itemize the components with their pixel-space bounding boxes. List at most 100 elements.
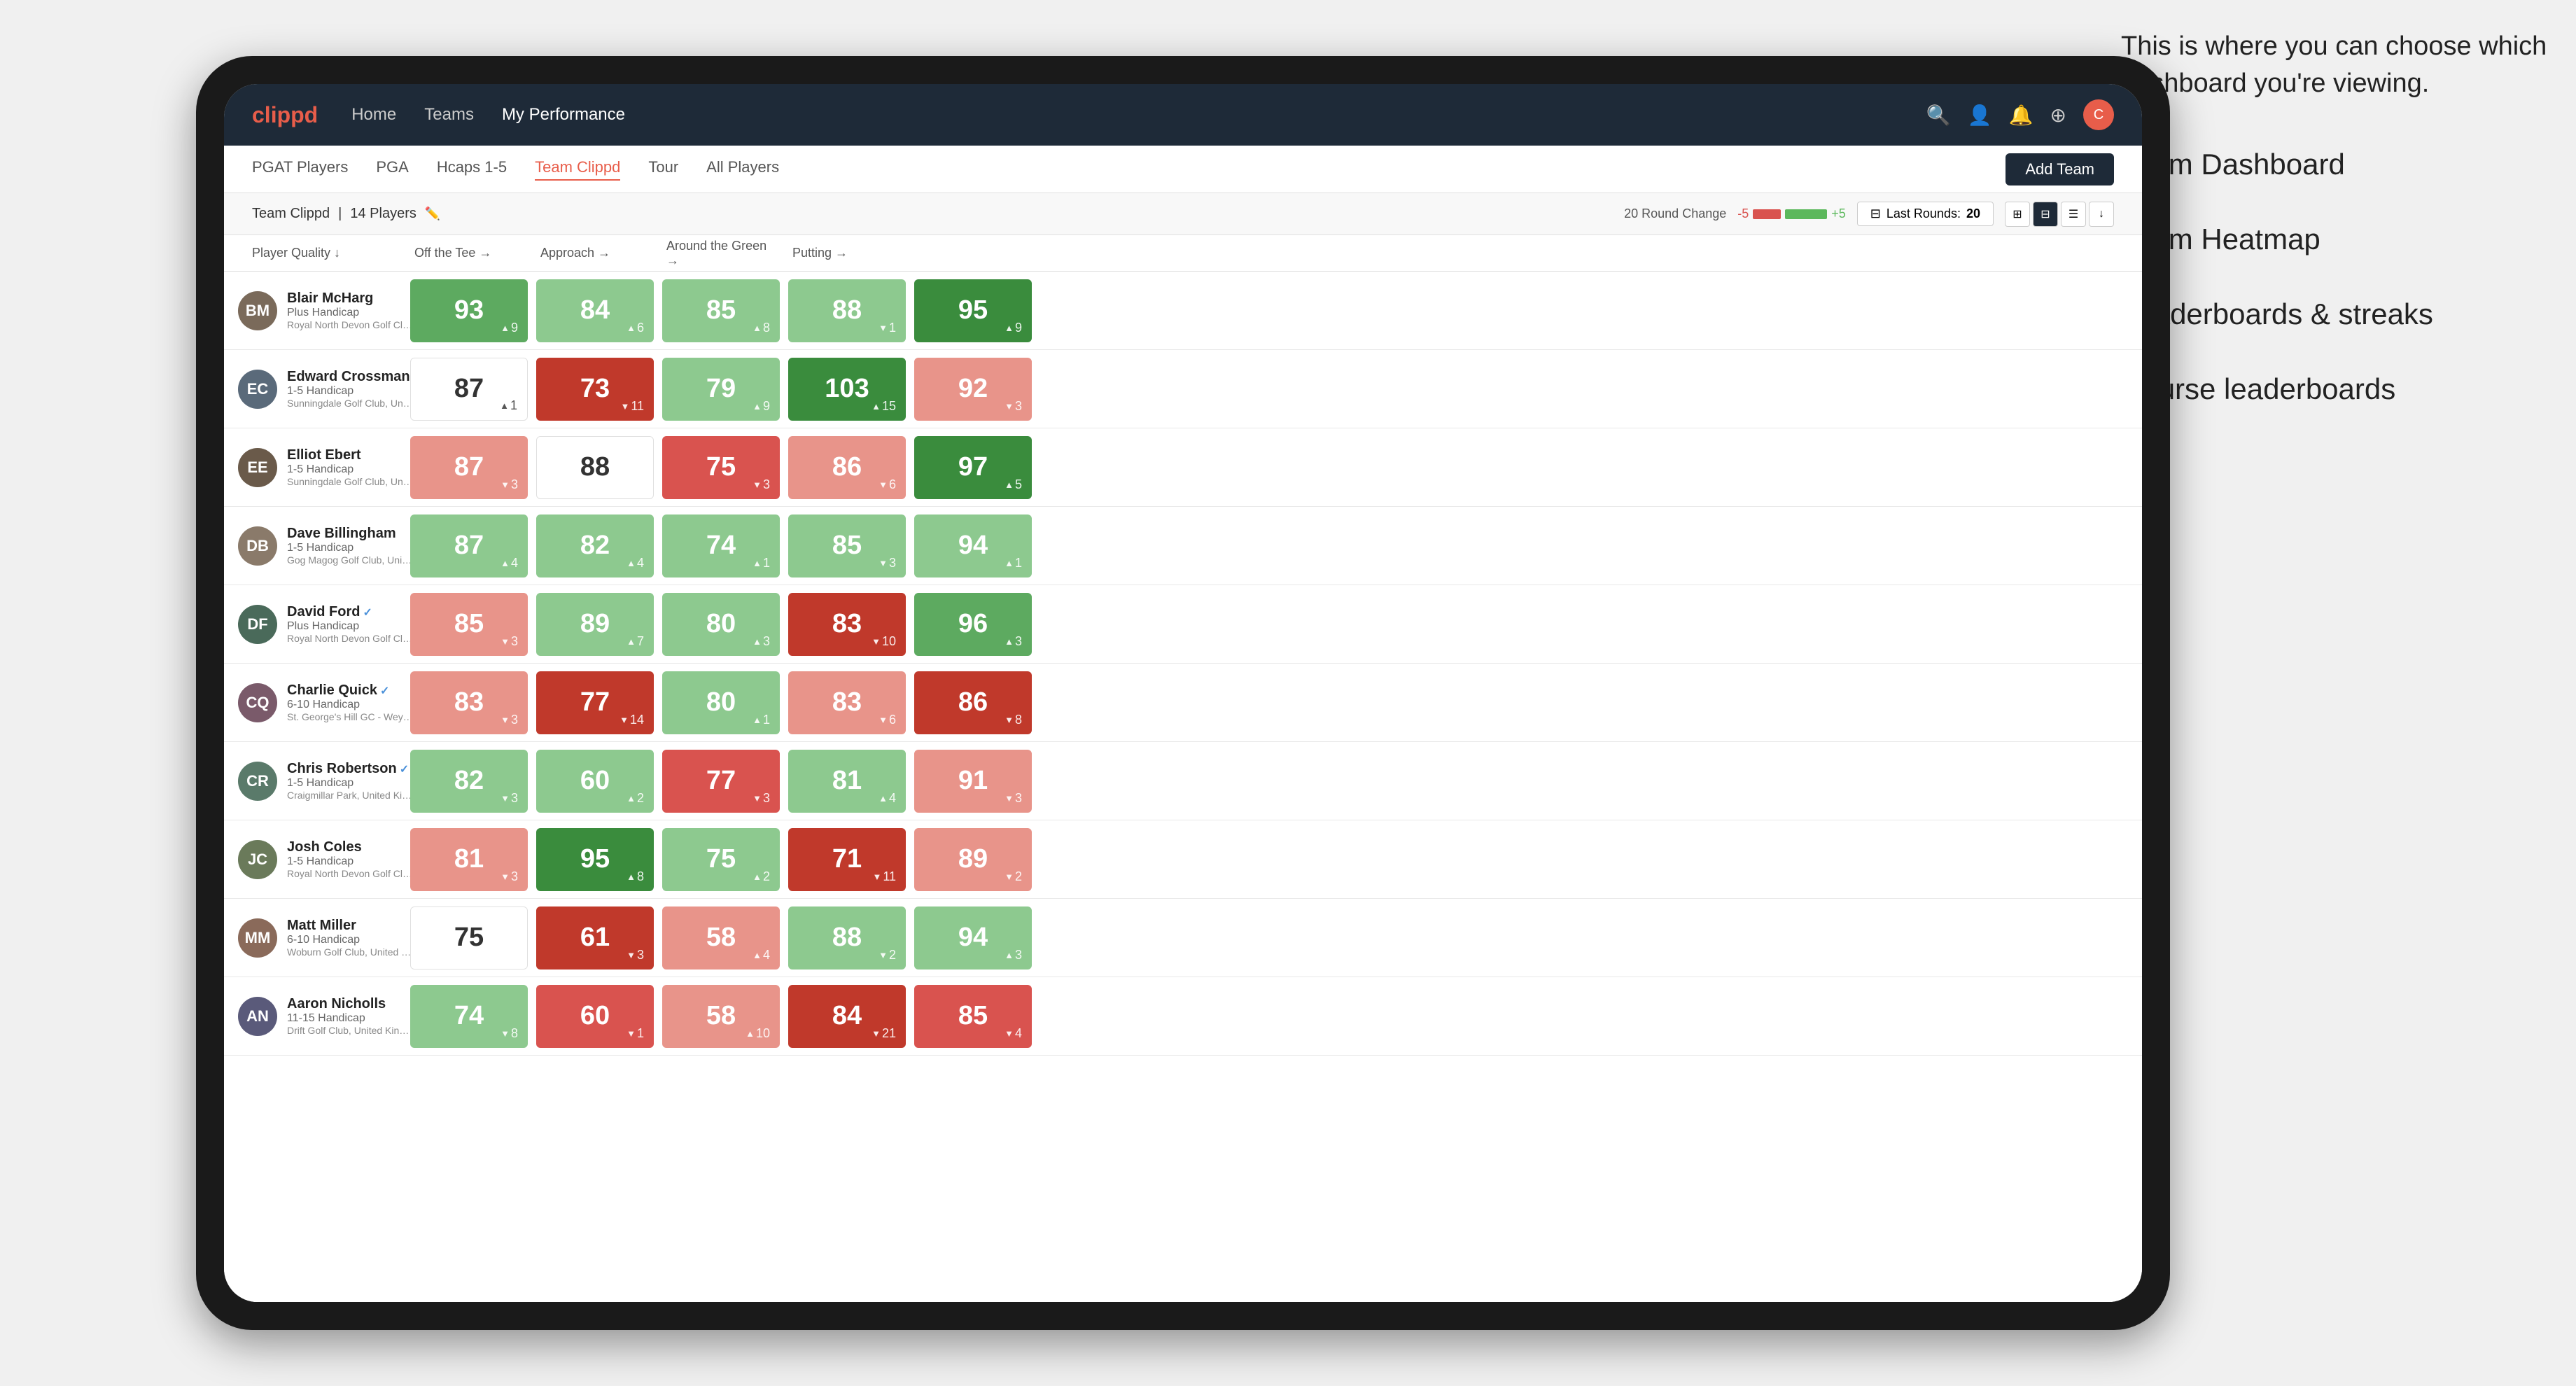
score-cell[interactable]: 86▼6 (788, 436, 906, 499)
nav-link-home[interactable]: Home (351, 105, 396, 125)
score-cell[interactable]: 58▲10 (662, 985, 780, 1048)
view-download-button[interactable]: ↓ (2089, 202, 2114, 227)
score-cell[interactable]: 79▲9 (662, 358, 780, 421)
score-cell[interactable]: 83▼3 (410, 671, 528, 734)
triangle-down-icon: ▼ (872, 872, 881, 882)
col-header-putting: Putting → (784, 246, 910, 260)
score-change-value: 1 (510, 398, 517, 413)
settings-icon[interactable]: ⊕ (2050, 104, 2066, 127)
score-cell[interactable]: 83▼10 (788, 593, 906, 656)
score-cell[interactable]: 58▲4 (662, 906, 780, 969)
nav-link-my-performance[interactable]: My Performance (502, 105, 625, 125)
score-cell[interactable]: 94▲3 (914, 906, 1032, 969)
triangle-down-icon: ▼ (878, 558, 888, 568)
score-cell[interactable]: 88 (536, 436, 654, 499)
view-grid-button[interactable]: ⊞ (2005, 202, 2030, 227)
score-cell[interactable]: 87▼3 (410, 436, 528, 499)
player-info[interactable]: EEElliot Ebert1-5 HandicapSunningdale Go… (224, 447, 406, 487)
player-info[interactable]: ANAaron Nicholls11-15 HandicapDrift Golf… (224, 996, 406, 1036)
score-cell[interactable]: 86▼8 (914, 671, 1032, 734)
score-cell[interactable]: 71▼11 (788, 828, 906, 891)
score-value: 79 (706, 374, 736, 404)
score-cell[interactable]: 80▲3 (662, 593, 780, 656)
score-cell[interactable]: 88▼2 (788, 906, 906, 969)
avatar[interactable]: C (2083, 99, 2114, 130)
view-heatmap-button[interactable]: ⊟ (2033, 202, 2058, 227)
sub-nav-pgat[interactable]: PGAT Players (252, 158, 348, 181)
player-info[interactable]: ECEdward Crossman1-5 HandicapSunningdale… (224, 369, 406, 409)
score-change-value: 11 (883, 869, 896, 884)
sub-nav-hcaps[interactable]: Hcaps 1-5 (437, 158, 507, 181)
score-cell[interactable]: 73▼11 (536, 358, 654, 421)
last-rounds-icon: ⊟ (1870, 206, 1881, 221)
score-value: 89 (580, 609, 610, 639)
score-value: 81 (832, 766, 862, 796)
score-cell[interactable]: 74▲1 (662, 514, 780, 578)
verified-icon: ✓ (400, 764, 409, 776)
score-change: ▲1 (1004, 556, 1022, 570)
score-value: 88 (832, 295, 862, 326)
score-cell[interactable]: 94▲1 (914, 514, 1032, 578)
score-cell[interactable]: 91▼3 (914, 750, 1032, 813)
player-club: Royal North Devon Golf Club, United King… (287, 868, 413, 879)
score-cell[interactable]: 60▼1 (536, 985, 654, 1048)
score-cell[interactable]: 77▼14 (536, 671, 654, 734)
score-cell[interactable]: 61▼3 (536, 906, 654, 969)
player-info[interactable]: JCJosh Coles1-5 HandicapRoyal North Devo… (224, 839, 406, 879)
triangle-down-icon: ▼ (626, 950, 636, 960)
sub-nav-tour[interactable]: Tour (648, 158, 678, 181)
score-cell[interactable]: 92▼3 (914, 358, 1032, 421)
sub-nav-team-clippd[interactable]: Team Clippd (535, 158, 620, 181)
score-cell[interactable]: 89▲7 (536, 593, 654, 656)
score-cell[interactable]: 80▲1 (662, 671, 780, 734)
score-cell[interactable]: 81▼3 (410, 828, 528, 891)
score-cell[interactable]: 93▲9 (410, 279, 528, 342)
player-info[interactable]: BMBlair McHargPlus HandicapRoyal North D… (224, 290, 406, 330)
score-cell[interactable]: 84▼21 (788, 985, 906, 1048)
sub-nav-all-players[interactable]: All Players (706, 158, 779, 181)
score-cell[interactable]: 75 (410, 906, 528, 969)
score-cell[interactable]: 82▼3 (410, 750, 528, 813)
score-cell[interactable]: 74▼8 (410, 985, 528, 1048)
score-cell[interactable]: 85▲8 (662, 279, 780, 342)
sub-nav-pga[interactable]: PGA (376, 158, 408, 181)
bell-icon[interactable]: 🔔 (2009, 104, 2033, 127)
score-cell[interactable]: 81▲4 (788, 750, 906, 813)
score-cell[interactable]: 85▼3 (410, 593, 528, 656)
player-info[interactable]: CQCharlie Quick✓6-10 HandicapSt. George'… (224, 682, 406, 722)
score-cell[interactable]: 103▲15 (788, 358, 906, 421)
score-cell[interactable]: 88▼1 (788, 279, 906, 342)
score-cell[interactable]: 85▼4 (914, 985, 1032, 1048)
player-info[interactable]: DFDavid Ford✓Plus HandicapRoyal North De… (224, 604, 406, 644)
last-rounds-button[interactable]: ⊟ Last Rounds: 20 (1857, 202, 1994, 226)
edit-icon[interactable]: ✏️ (425, 206, 440, 221)
nav-logo: clippd (252, 102, 318, 128)
view-list-button[interactable]: ☰ (2061, 202, 2086, 227)
score-cell[interactable]: 97▲5 (914, 436, 1032, 499)
score-cell[interactable]: 95▲8 (536, 828, 654, 891)
score-cell[interactable]: 77▼3 (662, 750, 780, 813)
score-cell[interactable]: 60▲2 (536, 750, 654, 813)
score-cell[interactable]: 75▲2 (662, 828, 780, 891)
triangle-up-icon: ▲ (626, 793, 636, 804)
score-cell[interactable]: 87▲4 (410, 514, 528, 578)
add-team-button[interactable]: Add Team (2005, 153, 2114, 186)
score-cell[interactable]: 82▲4 (536, 514, 654, 578)
score-cell[interactable]: 75▼3 (662, 436, 780, 499)
nav-link-teams[interactable]: Teams (424, 105, 474, 125)
score-cell[interactable]: 95▲9 (914, 279, 1032, 342)
score-cell[interactable]: 84▲6 (536, 279, 654, 342)
score-cell[interactable]: 87▲1 (410, 358, 528, 421)
player-info[interactable]: DBDave Billingham1-5 HandicapGog Magog G… (224, 526, 406, 566)
score-change-value: 3 (511, 869, 518, 884)
score-cell[interactable]: 85▼3 (788, 514, 906, 578)
user-icon[interactable]: 👤 (1968, 104, 1992, 127)
table-row: JCJosh Coles1-5 HandicapRoyal North Devo… (224, 820, 2142, 899)
score-change-value: 6 (889, 713, 896, 727)
player-info[interactable]: CRChris Robertson✓1-5 HandicapCraigmilla… (224, 761, 406, 801)
search-icon[interactable]: 🔍 (1926, 104, 1951, 127)
score-cell[interactable]: 96▲3 (914, 593, 1032, 656)
score-cell[interactable]: 89▼2 (914, 828, 1032, 891)
player-info[interactable]: MMMatt Miller6-10 HandicapWoburn Golf Cl… (224, 918, 406, 958)
score-cell[interactable]: 83▼6 (788, 671, 906, 734)
